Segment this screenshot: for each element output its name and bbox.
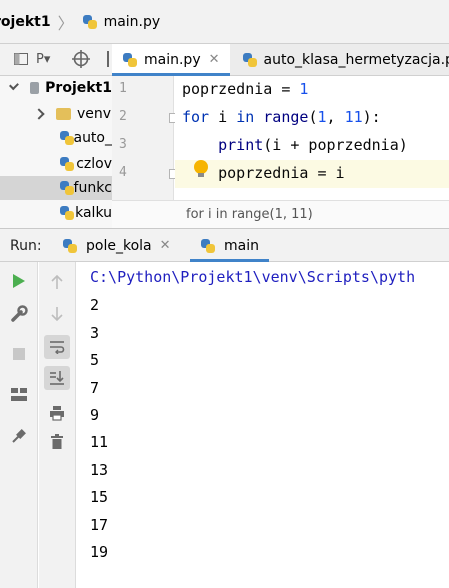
run-toolbar-primary — [0, 262, 38, 588]
tab-auto-klasa-hermetyzacja[interactable]: auto_klasa_hermetyzacja.py — [230, 44, 449, 75]
folder-icon — [56, 108, 71, 120]
wrench-icon[interactable] — [6, 302, 32, 326]
pin-icon[interactable] — [6, 424, 32, 448]
tree-item-root[interactable]: Projekt1 — [0, 76, 112, 100]
arrow-down-icon[interactable] — [44, 302, 70, 326]
run-toolbar-secondary — [39, 262, 76, 588]
code-line-1: poprzednia = 1 — [182, 80, 309, 98]
editor-gutter: 1 2 3 4 — [112, 76, 179, 200]
stop-icon[interactable] — [6, 342, 32, 366]
scroll-to-end-icon[interactable] — [44, 366, 70, 390]
line-number: 1 — [119, 81, 127, 96]
editor-tabs: main.py ✕ auto_klasa_hermetyzacja.py — [112, 44, 449, 76]
locate-icon[interactable] — [72, 50, 90, 72]
trash-icon[interactable] — [44, 430, 70, 454]
console-output-line: 13 — [90, 461, 109, 479]
code-line-2: for i in range(1, 11): — [182, 108, 381, 126]
python-file-icon — [82, 14, 98, 30]
run-tab-pole-kola[interactable]: pole_kola ✕ — [62, 229, 171, 262]
rerun-icon[interactable] — [6, 269, 32, 293]
tree-item-label: venv — [77, 106, 112, 122]
project-tree: Projekt1 venv auto_ czlov funkc kalku — [0, 76, 112, 228]
run-window-header: Run: pole_kola ✕ main — [0, 228, 449, 262]
python-file-icon — [200, 238, 216, 254]
run-tab-main[interactable]: main — [190, 229, 269, 262]
console-output-line: 15 — [90, 488, 109, 506]
code-editor[interactable]: poprzednia = 1 for i in range(1, 11): pr… — [175, 76, 449, 200]
python-file-icon — [62, 238, 78, 254]
soft-wrap-icon[interactable] — [44, 335, 70, 359]
tree-item-label: kalku — [75, 205, 112, 221]
chevron-down-icon[interactable] — [9, 80, 19, 91]
project-view-icon[interactable] — [14, 53, 28, 69]
run-tab-label: main — [224, 237, 259, 254]
run-label: Run: — [10, 238, 42, 254]
python-file-icon — [59, 205, 74, 221]
python-file-icon — [59, 180, 74, 196]
tree-item-label: Projekt1 — [45, 80, 112, 96]
chevron-right-icon[interactable] — [33, 108, 45, 120]
console-output-line: 17 — [90, 516, 109, 534]
tree-item-venv[interactable]: venv — [0, 102, 112, 126]
tree-item-file[interactable]: czlov — [0, 152, 112, 176]
tree-item-label: funkc — [73, 180, 112, 196]
console-output-line: 5 — [90, 351, 100, 369]
arrow-up-icon[interactable] — [44, 270, 70, 294]
project-view-selector[interactable]: P▾ — [36, 52, 50, 67]
tree-item-label: czlov — [76, 156, 112, 172]
layout-icon[interactable] — [6, 383, 32, 407]
tab-label: auto_klasa_hermetyzacja.py — [263, 51, 449, 68]
collapse-icon[interactable] — [104, 51, 112, 71]
console-output-line: 9 — [90, 406, 100, 424]
console-output-line: 3 — [90, 324, 100, 342]
run-tab-label: pole_kola — [86, 237, 152, 254]
tree-item-file-selected[interactable]: funkc — [0, 176, 112, 200]
folder-icon — [29, 82, 40, 94]
line-number: 2 — [119, 109, 127, 124]
tree-item-file[interactable]: kalku — [0, 201, 112, 225]
breadcrumb-file[interactable]: main.py — [82, 13, 161, 30]
console-command-line: C:\Python\Projekt1\venv\Scripts\pyth — [90, 268, 416, 286]
print-icon[interactable] — [44, 401, 70, 425]
close-icon[interactable]: ✕ — [209, 52, 220, 67]
project-toolbar: P▾ — [0, 44, 112, 76]
console-output-line: 11 — [90, 433, 109, 451]
tab-main-py[interactable]: main.py ✕ — [112, 44, 230, 76]
python-file-icon — [59, 156, 74, 172]
python-file-icon — [59, 130, 74, 146]
navigation-bar: rojekt1 〉 main.py — [0, 0, 449, 44]
python-file-icon — [242, 52, 258, 68]
line-number: 3 — [119, 137, 127, 152]
structure-hint[interactable]: for i in range(1, 11) — [186, 207, 313, 222]
line-number: 4 — [119, 165, 127, 180]
console-output-line: 19 — [90, 543, 109, 561]
python-file-icon — [122, 52, 138, 68]
tab-label: main.py — [144, 51, 201, 68]
breadcrumb-file-label: main.py — [103, 13, 161, 30]
breadcrumb-separator-icon: 〉 — [57, 13, 74, 33]
close-icon[interactable]: ✕ — [160, 238, 171, 253]
tree-item-label: auto_ — [73, 130, 112, 146]
console-output-line: 7 — [90, 379, 100, 397]
editor-breadcrumbs: for i in range(1, 11) — [112, 200, 449, 228]
run-console[interactable]: C:\Python\Projekt1\venv\Scripts\pyth 2 3… — [77, 262, 449, 588]
tree-item-file[interactable]: auto_ — [0, 126, 112, 150]
console-output-line: 2 — [90, 296, 100, 314]
breadcrumb-project[interactable]: rojekt1 — [0, 14, 51, 30]
code-line-3: print(i + poprzednia) — [182, 136, 408, 154]
lightbulb-icon[interactable] — [194, 160, 208, 178]
